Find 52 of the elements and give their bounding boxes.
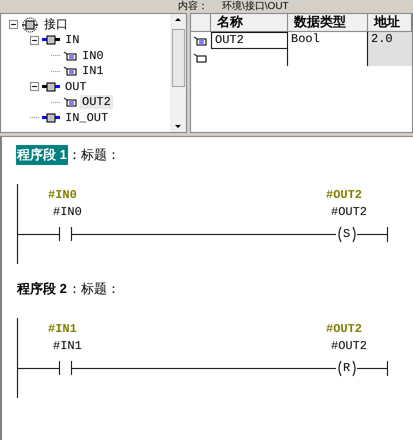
scrollbar[interactable]: [170, 14, 186, 132]
tree-item[interactable]: IN_OUT: [63, 110, 110, 125]
tree-item[interactable]: IN0: [80, 48, 106, 63]
table-cell[interactable]: OUT2: [211, 32, 288, 49]
contact-operand: #IN1: [53, 339, 82, 353]
network-title: ：标题：: [68, 280, 120, 298]
contact-symbol-label: #IN0: [48, 188, 77, 202]
collapse-icon[interactable]: [9, 20, 18, 30]
interface-icon: [21, 16, 39, 33]
tree-item[interactable]: IN: [63, 33, 82, 48]
network-label[interactable]: 程序段 2: [16, 279, 68, 299]
column-header[interactable]: 地址: [368, 14, 412, 31]
content-label: 内容：: [178, 0, 208, 12]
coil-right-bracket: [352, 226, 356, 242]
block-pin-icon: [42, 80, 60, 93]
variable-icon: [63, 50, 77, 61]
table-cell[interactable]: 2.0: [368, 32, 412, 49]
coil-symbol-label: #OUT2: [326, 322, 362, 336]
block-pin-icon: [42, 34, 60, 46]
coil-letter: R: [343, 361, 350, 375]
wire: [18, 234, 60, 235]
tree-item[interactable]: OUT2: [80, 95, 113, 110]
tree-item[interactable]: IN1: [80, 64, 106, 78]
variable-icon: [63, 66, 77, 76]
tree-item[interactable]: 接口: [42, 18, 70, 32]
collapse-icon[interactable]: [30, 82, 39, 92]
coil-left-bracket: [338, 226, 342, 242]
network-label[interactable]: 程序段 1: [16, 145, 68, 165]
table-cell[interactable]: [368, 49, 412, 66]
column-header[interactable]: 名称: [211, 14, 288, 31]
content-path: 环境\接口\OUT: [222, 0, 289, 12]
coil-operand: #OUT2: [331, 205, 368, 219]
column-header[interactable]: 数据类型: [288, 14, 368, 31]
network-title: ：标题：: [68, 146, 120, 164]
wire: [356, 234, 388, 235]
coil-left-bracket: [338, 360, 342, 376]
contact-symbol: [59, 361, 72, 375]
wire: [356, 368, 388, 369]
variable-icon: [63, 97, 77, 108]
coil-symbol-label: #OUT2: [326, 188, 362, 202]
contact-symbol: [59, 227, 72, 241]
empty-variable-icon: [193, 52, 207, 62]
block-pin-icon: [42, 112, 60, 124]
wire: [18, 368, 60, 369]
variable-icon: [193, 36, 207, 46]
contact-operand: #IN0: [53, 205, 82, 219]
coil-operand: #OUT2: [331, 339, 368, 353]
coil-letter: S: [343, 227, 350, 241]
coil-right-bracket: [352, 360, 356, 376]
tree-item[interactable]: OUT: [63, 80, 89, 94]
collapse-icon[interactable]: [30, 36, 39, 45]
contact-symbol-label: #IN1: [48, 322, 77, 336]
